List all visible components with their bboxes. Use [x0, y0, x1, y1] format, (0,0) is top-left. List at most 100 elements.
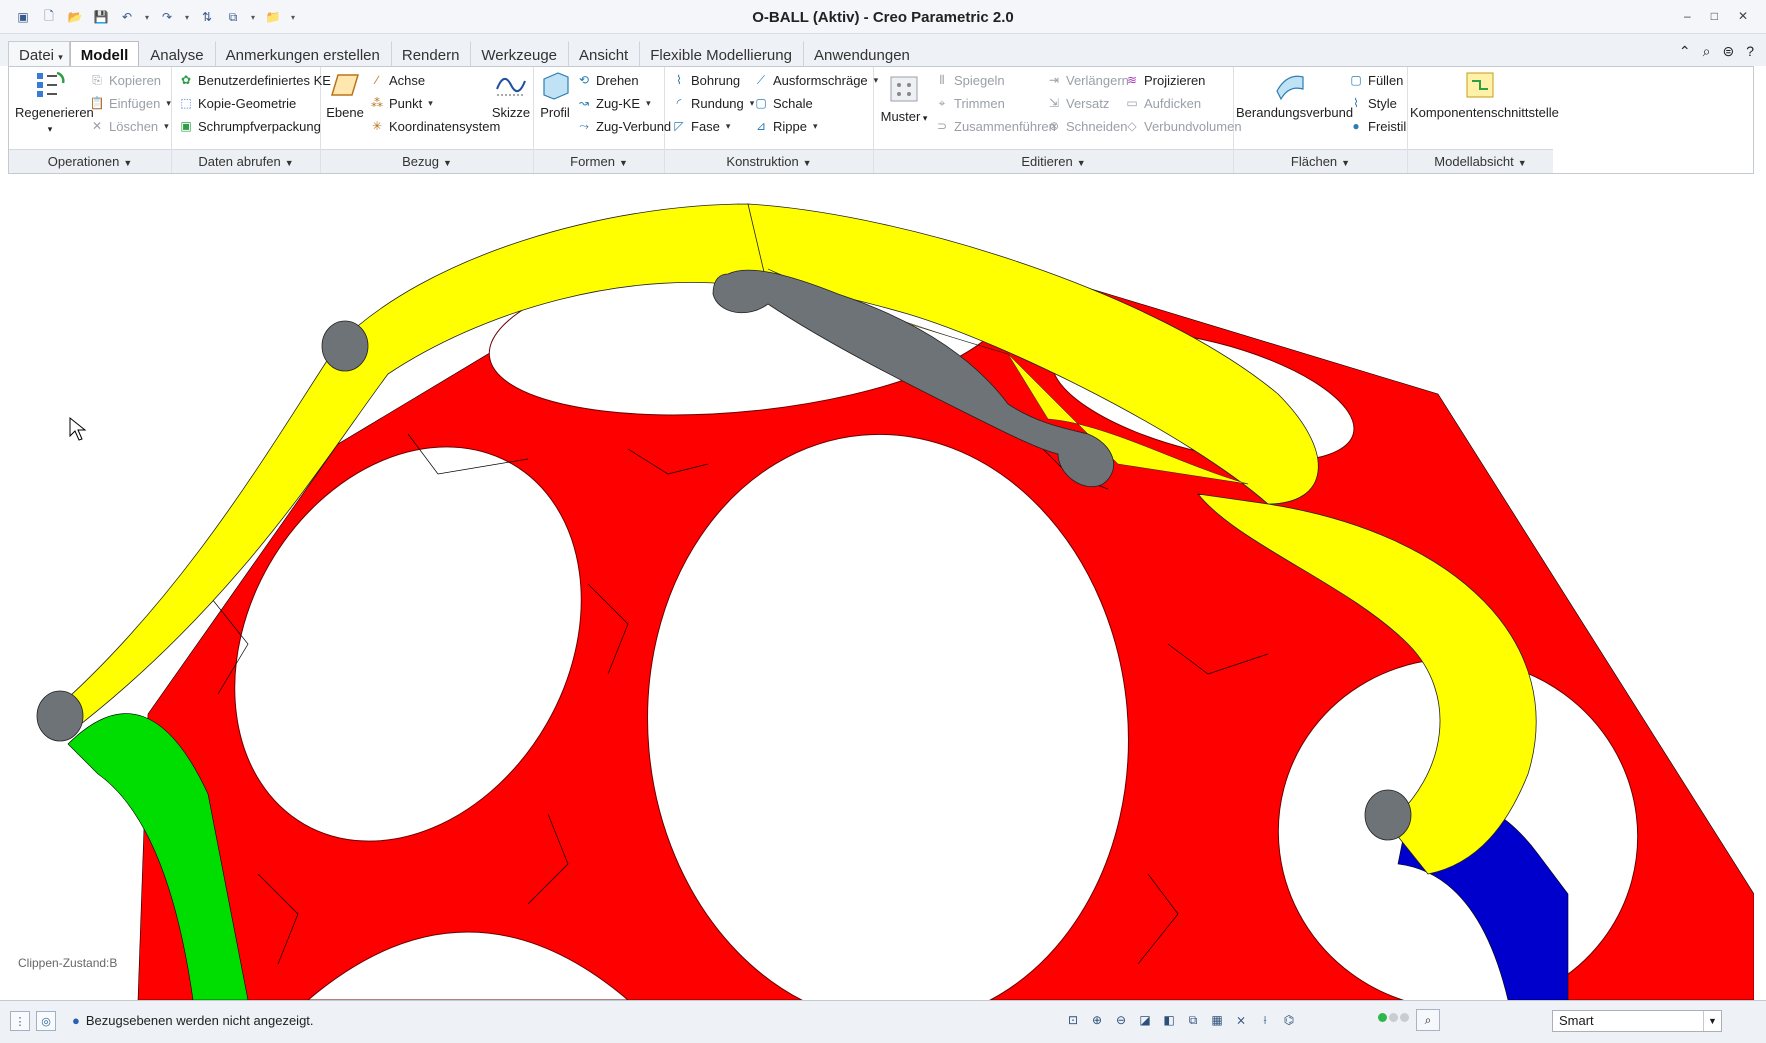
plane-button[interactable]: Ebene — [323, 69, 367, 120]
extend-icon: ⇥ — [1048, 73, 1060, 87]
copy-button[interactable]: ⎘ Kopieren — [89, 72, 161, 88]
tab-modell[interactable]: Modell — [69, 41, 140, 67]
solidify-button[interactable]: ◇ Verbundvolumen — [1124, 118, 1241, 134]
zoom-out-icon[interactable]: ⊖ — [1112, 1011, 1130, 1029]
minimize-ribbon-icon[interactable]: ⌃ — [1679, 43, 1691, 60]
saved-views-icon[interactable]: ⧉ — [1184, 1011, 1202, 1029]
chevron-down-icon: ▼ — [802, 158, 812, 168]
merge-button[interactable]: ⊃ Zusammenführen — [934, 118, 1056, 134]
graphics-window[interactable]: Clippen-Zustand:B — [8, 174, 1754, 1000]
chevron-down-icon: ▼ — [284, 158, 294, 168]
sweep-icon: ↝ — [578, 96, 590, 110]
group-label-editieren[interactable]: Editieren ▼ — [874, 149, 1233, 173]
navigator-icon[interactable]: ◎ — [36, 1011, 56, 1031]
chevron-down-icon: ▼ — [123, 158, 133, 168]
view-manager-icon[interactable]: ▦ — [1208, 1011, 1226, 1029]
plane-icon — [330, 74, 360, 96]
csys-button[interactable]: ✳ Koordinatensystem — [369, 118, 500, 134]
community-icon[interactable]: ⊜ — [1722, 43, 1734, 60]
regeneration-status — [1378, 1013, 1409, 1022]
selection-filter[interactable]: Smart ▼ — [1552, 1010, 1722, 1032]
mirror-icon: ⫴ — [939, 73, 945, 87]
style-icon: ⌇ — [1353, 96, 1359, 110]
trim-button[interactable]: ⌖ Trimmen — [934, 95, 1005, 111]
axis-button[interactable]: ∕ Achse — [369, 72, 425, 88]
sketch-button[interactable]: Skizze — [489, 69, 533, 120]
boundary-blend-button[interactable]: Berandungsverbund — [1236, 69, 1353, 120]
udf-button[interactable]: ✿ Benutzerdefiniertes KE — [178, 72, 331, 88]
refit-icon[interactable]: ⊡ — [1064, 1011, 1082, 1029]
model-tree-icon[interactable]: ⋮ — [10, 1011, 30, 1031]
sketch-icon — [496, 78, 526, 96]
regenerate-button[interactable]: Regenerieren ▾ — [15, 69, 94, 135]
profile-button[interactable]: Profil — [536, 69, 574, 120]
chevron-down-icon: ▾ — [646, 97, 651, 108]
tab-flexible-modellierung[interactable]: Flexible Modellierung — [639, 41, 803, 67]
help-icon[interactable]: ? — [1746, 43, 1754, 60]
chevron-down-icon[interactable]: ▼ — [1703, 1011, 1721, 1031]
display-style-icon[interactable]: ◧ — [1160, 1011, 1178, 1029]
paste-button[interactable]: 📋 Einfügen ▾ — [89, 95, 171, 111]
spin-center-icon[interactable]: ⌬ — [1280, 1011, 1298, 1029]
draft-icon: ⟋ — [756, 73, 766, 87]
shrinkwrap-button[interactable]: ▣ Schrumpfverpackung — [178, 118, 321, 134]
sweep-button[interactable]: ↝ Zug-KE ▾ — [576, 95, 651, 111]
tab-analyse[interactable]: Analyse — [139, 41, 214, 67]
annotation-display-icon[interactable]: ⟊ — [1256, 1011, 1274, 1029]
component-interface-button[interactable]: Komponentenschnittstelle — [1410, 69, 1559, 120]
chevron-down-icon: ▾ — [428, 97, 433, 108]
shell-button[interactable]: ▢ Schale — [753, 95, 812, 111]
extend-button[interactable]: ⇥ Verlängern — [1046, 72, 1129, 88]
group-label-modellabsicht[interactable]: Modellabsicht ▼ — [1408, 149, 1553, 173]
tab-rendern[interactable]: Rendern — [390, 41, 471, 67]
group-label-bezug[interactable]: Bezug ▼ — [321, 149, 533, 173]
search-icon[interactable]: ⌕ — [1703, 43, 1711, 60]
group-label-operationen[interactable]: Operationen ▼ — [9, 149, 171, 173]
revolve-button[interactable]: ⟲ Drehen — [576, 72, 639, 88]
model-render[interactable] — [8, 174, 1754, 1000]
delete-icon: ✕ — [91, 119, 103, 133]
maximize-button[interactable]: □ — [1711, 9, 1718, 23]
group-label-daten-abrufen[interactable]: Daten abrufen ▼ — [172, 149, 320, 173]
thicken-button[interactable]: ▭ Aufdicken — [1124, 95, 1201, 111]
hole-icon: ⌇ — [676, 73, 682, 87]
delete-button[interactable]: ✕ Löschen ▾ — [89, 118, 169, 134]
swept-blend-button[interactable]: ⤳ Zug-Verbund — [576, 118, 671, 134]
close-button[interactable]: ✕ — [1738, 9, 1748, 23]
window-controls: – □ ✕ — [1684, 9, 1748, 23]
round-button[interactable]: ◜ Rundung ▾ — [671, 95, 755, 111]
tab-anmerkungen-erstellen[interactable]: Anmerkungen erstellen — [214, 41, 391, 67]
chamfer-button[interactable]: ◸ Fase ▾ — [671, 118, 730, 134]
point-button[interactable]: ⁂ Punkt ▾ — [369, 95, 433, 111]
fill-button[interactable]: ▢ Füllen — [1348, 72, 1403, 88]
chevron-down-icon: ▼ — [442, 158, 452, 168]
group-label-flaechen[interactable]: Flächen ▼ — [1234, 149, 1407, 173]
group-operationen: Regenerieren ▾ ⎘ Kopieren 📋 Einfügen ▾ ✕ Lösc… — [9, 67, 172, 173]
copy-geometry-button[interactable]: ⬚ Kopie-Geometrie — [178, 95, 296, 111]
minimize-button[interactable]: – — [1684, 9, 1691, 23]
profile-icon — [543, 72, 569, 100]
draft-button[interactable]: ⟋ Ausformschräge ▾ — [753, 72, 878, 88]
project-button[interactable]: ≋ Projizieren — [1124, 72, 1205, 88]
rib-button[interactable]: ⊿ Rippe ▾ — [753, 118, 818, 134]
freestyle-button[interactable]: ● Freistil — [1348, 118, 1406, 134]
tab-datei[interactable]: Datei ▾ — [8, 41, 70, 67]
repaint-icon[interactable]: ◪ — [1136, 1011, 1154, 1029]
zoom-in-icon[interactable]: ⊕ — [1088, 1011, 1106, 1029]
find-icon[interactable]: ⌕ — [1416, 1009, 1440, 1031]
shrinkwrap-icon: ▣ — [180, 119, 192, 133]
tab-werkzeuge[interactable]: Werkzeuge — [470, 41, 568, 67]
pattern-button[interactable]: Muster ▾ — [878, 73, 930, 124]
tab-ansicht[interactable]: Ansicht — [568, 41, 639, 67]
group-label-formen[interactable]: Formen ▼ — [534, 149, 664, 173]
mirror-button[interactable]: ⫴ Spiegeln — [934, 72, 1004, 88]
style-button[interactable]: ⌇ Style — [1348, 95, 1397, 111]
tab-anwendungen[interactable]: Anwendungen — [802, 41, 921, 67]
offset-button[interactable]: ⇲ Versatz — [1046, 95, 1109, 111]
group-konstruktion: ⌇ Bohrung ◜ Rundung ▾ ◸ Fase ▾ ⟋ Ausformschräg… — [665, 67, 878, 173]
intersect-button[interactable]: ⊗ Schneiden — [1046, 118, 1127, 134]
hole-button[interactable]: ⌇ Bohrung — [671, 72, 740, 88]
group-label-konstruktion[interactable]: Konstruktion ▼ — [665, 149, 873, 173]
datum-display-icon[interactable]: ⨯ — [1232, 1011, 1250, 1029]
group-daten-abrufen: ✿ Benutzerdefiniertes KE ⬚ Kopie-Geometrie… — [172, 67, 331, 173]
